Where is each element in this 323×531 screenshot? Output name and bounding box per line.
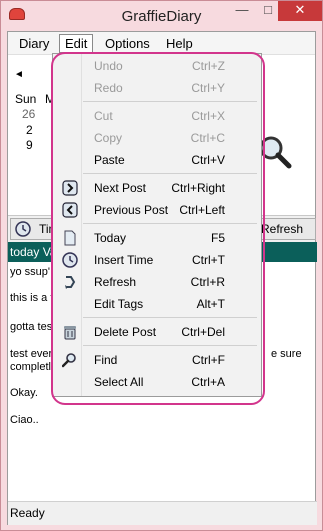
menu-edit[interactable]: Edit <box>59 34 94 53</box>
post-line: Okay. <box>10 387 38 399</box>
calendar-date[interactable]: 9 <box>26 138 33 152</box>
highlight-frame <box>51 52 265 405</box>
clock-icon <box>15 221 31 237</box>
refresh-label: Refresh <box>261 222 304 236</box>
refresh-button[interactable]: Refresh <box>258 218 316 240</box>
post-line: yo ssup' <box>10 266 51 278</box>
status-bar: Ready <box>8 501 317 525</box>
post-line: Ciao.. <box>10 414 39 426</box>
calendar-prev-button[interactable]: ◄ <box>14 69 24 80</box>
calendar-day-header: Sun <box>15 92 37 106</box>
menu-options[interactable]: Options <box>100 35 155 52</box>
app-window: GraffieDiary — □ ✕ Diary Edit Options He… <box>0 0 323 531</box>
menu-help[interactable]: Help <box>161 35 198 52</box>
menu-diary[interactable]: Diary <box>14 35 54 52</box>
calendar-date[interactable]: 2 <box>26 123 33 137</box>
post-line: e sure <box>271 348 302 360</box>
minimize-icon[interactable]: — <box>229 1 255 21</box>
close-icon[interactable]: ✕ <box>278 1 322 21</box>
calendar-date[interactable]: 26 <box>22 107 35 121</box>
title-bar: GraffieDiary — □ ✕ <box>1 1 322 31</box>
